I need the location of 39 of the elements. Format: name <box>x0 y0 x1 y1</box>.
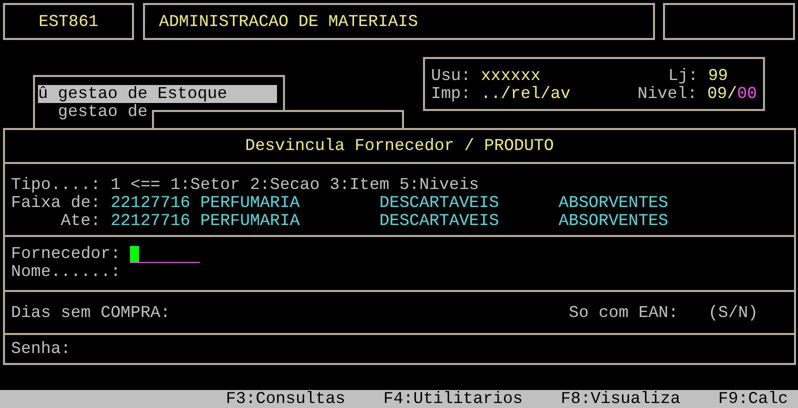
ean-hint: (S/N) <box>708 304 758 322</box>
range-label: Ate: <box>60 212 101 230</box>
level-value: 09/ <box>707 84 738 103</box>
fornecedor-input-field[interactable] <box>130 245 200 263</box>
tipo-label: Tipo....: <box>11 176 102 194</box>
system-title: ADMINISTRACAO DE MATERIAIS <box>159 12 418 30</box>
user-value: xxxxxx <box>480 66 541 85</box>
level-label: Nivel: <box>637 84 698 103</box>
function-key[interactable]: F3:Consultas <box>226 390 346 408</box>
store-label: Lj: <box>668 66 698 85</box>
fornecedor-label: Fornecedor: <box>11 245 122 263</box>
range-code: 22127716 <box>110 212 192 230</box>
range-level: DESCARTAVEIS <box>379 194 500 212</box>
range-level: DESCARTAVEIS <box>379 212 500 230</box>
range-level: PERFUMARIA <box>200 194 301 212</box>
menu-item[interactable]: gestao de <box>38 103 148 121</box>
range-level: PERFUMARIA <box>200 212 301 230</box>
printer-label: Imp: <box>431 84 471 103</box>
range-level: ABSORVENTES <box>558 194 668 212</box>
function-key[interactable]: F8:Visualiza <box>560 390 680 408</box>
user-label: Usu: <box>431 66 471 85</box>
form-title: Desvincula Fornecedor / PRODUTO <box>245 137 554 155</box>
store-value: 99 <box>708 66 728 85</box>
menu-item[interactable]: û gestao de Estoque <box>38 85 277 103</box>
program-code: EST861 <box>38 12 98 30</box>
printer-value: ../rel/av <box>480 84 570 103</box>
tipo-value: 1 <box>110 176 122 194</box>
range-code: 22127716 <box>110 194 192 212</box>
cursor-block <box>130 246 140 262</box>
nome-label: Nome......: <box>11 263 122 281</box>
range-label: Faixa de: <box>11 194 101 212</box>
function-key[interactable]: F4:Utilitarios <box>383 390 523 408</box>
range-level: ABSORVENTES <box>558 212 668 230</box>
tipo-hint: <== 1:Setor 2:Secao 3:Item 5:Niveis <box>130 176 480 194</box>
dias-label: Dias sem COMPRA: <box>11 304 170 322</box>
level-sub-value: 00 <box>737 84 757 103</box>
senha-label: Senha: <box>11 340 71 358</box>
function-key[interactable]: F9:Calc <box>718 390 788 408</box>
ean-label: So com EAN: <box>568 304 678 322</box>
